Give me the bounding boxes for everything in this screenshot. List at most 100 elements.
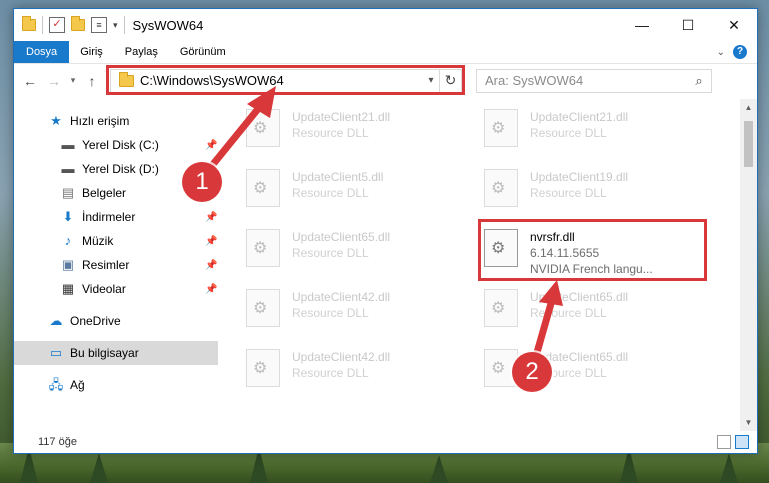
forward-arrow-icon[interactable]: →: [42, 73, 66, 89]
close-button[interactable]: ✕: [711, 9, 757, 41]
search-input[interactable]: Ara: SysWOW64 ⌕: [476, 68, 712, 93]
file-desc: Resource DLL: [292, 306, 369, 320]
divider: [123, 16, 125, 34]
divider: [42, 16, 43, 34]
new-folder-icon[interactable]: [71, 16, 85, 31]
pin-icon[interactable]: 📌: [205, 236, 217, 247]
ribbon-right-controls: ⌄ ?: [717, 41, 757, 63]
nav-quick-access[interactable]: ★ Hızlı erişim: [14, 109, 218, 133]
file-desc: Resource DLL: [530, 126, 607, 140]
window-controls: — ☐ ✕: [619, 9, 757, 41]
tab-giris[interactable]: Giriş: [69, 41, 114, 63]
explorer-window: ✓ ≡ ▾ SysWOW64 — ☐ ✕ Dosya Giriş Paylaş …: [13, 8, 758, 454]
file-tile[interactable]: UpdateClient65.dll Resource DLL: [484, 285, 704, 335]
customize-toolbar-icon[interactable]: ≡: [91, 17, 107, 33]
computer-icon: ▭: [49, 345, 63, 360]
back-arrow-icon[interactable]: ←: [18, 73, 42, 89]
file-list-pane: UpdateClient21.dll Resource DLL UpdateCli…: [218, 99, 757, 431]
nav-this-pc[interactable]: ▭ Bu bilgisayar: [14, 341, 218, 365]
expand-ribbon-icon[interactable]: ⌄: [717, 47, 725, 58]
file-tile[interactable]: UpdateClient65.dll Resource DLL: [246, 225, 466, 275]
file-desc: Resource DLL: [530, 306, 607, 320]
quick-access-toolbar: ✓ ≡ ▾: [14, 16, 125, 34]
step-1-badge: 1: [182, 162, 222, 202]
vertical-scrollbar[interactable]: ▲ ▼: [740, 99, 757, 431]
dll-file-icon: [246, 229, 280, 267]
up-arrow-icon[interactable]: ↑: [80, 73, 104, 89]
nav-item-downloads[interactable]: ⬇ İndirmeler 📌: [14, 205, 218, 229]
network-icon: 🖧: [48, 377, 64, 392]
nav-label: Yerel Disk (D:): [82, 162, 159, 176]
nav-label: Resimler: [82, 258, 130, 272]
nav-item-pictures[interactable]: ▣ Resimler 📌: [14, 253, 218, 277]
music-icon: ♪: [64, 233, 72, 248]
nav-label: OneDrive: [70, 314, 121, 328]
nav-item-local-disk-c[interactable]: ▬ Yerel Disk (C:) 📌: [14, 133, 218, 157]
search-placeholder[interactable]: Ara: SysWOW64: [485, 73, 687, 88]
file-tile[interactable]: UpdateClient21.dll Resource DLL: [484, 105, 704, 155]
chevron-down-icon[interactable]: ▾: [113, 20, 118, 31]
file-name: UpdateClient21.dll: [530, 110, 629, 124]
help-icon[interactable]: ?: [733, 45, 747, 59]
scroll-thumb[interactable]: [744, 121, 753, 167]
dll-file-icon: [246, 349, 280, 387]
address-path[interactable]: C:\Windows\SysWOW64: [140, 73, 423, 88]
download-icon: ⬇: [62, 209, 74, 224]
step-2-badge: 2: [512, 352, 552, 392]
tree-decoration: [720, 453, 738, 483]
dll-file-icon: [484, 109, 518, 147]
file-tile-nvrsfr[interactable]: nvrsfr.dll 6.14.11.5655 NVIDIA French lang…: [478, 219, 707, 281]
details-view-icon[interactable]: [717, 435, 731, 449]
star-icon: ★: [50, 113, 62, 128]
file-tile[interactable]: UpdateClient42.dll Resource DLL: [246, 345, 466, 395]
window-title: SysWOW64: [132, 17, 204, 33]
refresh-icon[interactable]: ↻: [439, 69, 461, 92]
tab-dosya[interactable]: Dosya: [14, 41, 70, 63]
tab-paylas[interactable]: Paylaş: [114, 41, 169, 63]
pin-icon[interactable]: 📌: [205, 260, 217, 271]
scroll-up-icon[interactable]: ▲: [740, 99, 757, 116]
nav-item-music[interactable]: ♪ Müzik 📌: [14, 229, 218, 253]
pin-icon[interactable]: 📌: [205, 140, 217, 151]
dll-file-icon: [246, 289, 280, 327]
item-count: 117 öğe: [38, 436, 77, 448]
file-tile[interactable]: UpdateClient19.dll Resource DLL: [484, 165, 704, 215]
tab-gorunum[interactable]: Görünüm: [169, 41, 237, 63]
ribbon-tabs: Dosya Giriş Paylaş Görünüm ⌄ ?: [14, 41, 757, 63]
nav-label: Yerel Disk (C:): [82, 138, 159, 152]
navigation-pane: ★ Hızlı erişim ▬ Yerel Disk (C:) 📌 ▬ Yer…: [14, 99, 218, 431]
nav-onedrive[interactable]: ☁ OneDrive: [14, 309, 218, 333]
search-icon[interactable]: ⌕: [687, 73, 711, 89]
file-tile[interactable]: UpdateClient5.dll Resource DLL: [246, 165, 466, 215]
file-name: UpdateClient42.dll: [292, 290, 391, 304]
address-row: ← → ▾ ↑ C:\Windows\SysWOW64 ▾ ↻ Ara: Sys…: [14, 63, 757, 97]
drive-icon: ▬: [61, 137, 75, 152]
nav-label: Videolar: [82, 282, 126, 296]
file-desc: Resource DLL: [292, 126, 369, 140]
nav-network[interactable]: 🖧 Ağ: [14, 373, 218, 397]
nav-label: Müzik: [82, 234, 114, 248]
minimize-button[interactable]: —: [619, 9, 665, 41]
address-bar[interactable]: C:\Windows\SysWOW64 ▾ ↻: [106, 64, 465, 95]
file-name: UpdateClient19.dll: [530, 170, 629, 184]
main-content: ★ Hızlı erişim ▬ Yerel Disk (C:) 📌 ▬ Yer…: [14, 99, 757, 431]
scroll-down-icon[interactable]: ▼: [740, 414, 757, 431]
file-name: UpdateClient5.dll: [292, 170, 384, 184]
nav-item-videos[interactable]: ▦ Videolar 📌: [14, 277, 218, 301]
maximize-button[interactable]: ☐: [665, 9, 711, 41]
nav-label: İndirmeler: [82, 210, 136, 224]
pin-icon[interactable]: 📌: [205, 212, 217, 223]
file-tile[interactable]: UpdateClient21.dll Resource DLL: [246, 105, 466, 155]
file-name: UpdateClient65.dll: [292, 230, 391, 244]
properties-check-icon[interactable]: ✓: [49, 17, 65, 33]
nav-label: Ağ: [70, 378, 85, 392]
file-tile[interactable]: UpdateClient42.dll Resource DLL: [246, 285, 466, 335]
large-icons-view-icon[interactable]: [735, 435, 749, 449]
pin-icon[interactable]: 📌: [205, 284, 217, 295]
recent-locations-chevron-icon[interactable]: ▾: [66, 75, 80, 86]
address-dropdown-icon[interactable]: ▾: [423, 75, 439, 86]
dll-file-icon: [246, 109, 280, 147]
file-name: UpdateClient42.dll: [292, 350, 391, 364]
